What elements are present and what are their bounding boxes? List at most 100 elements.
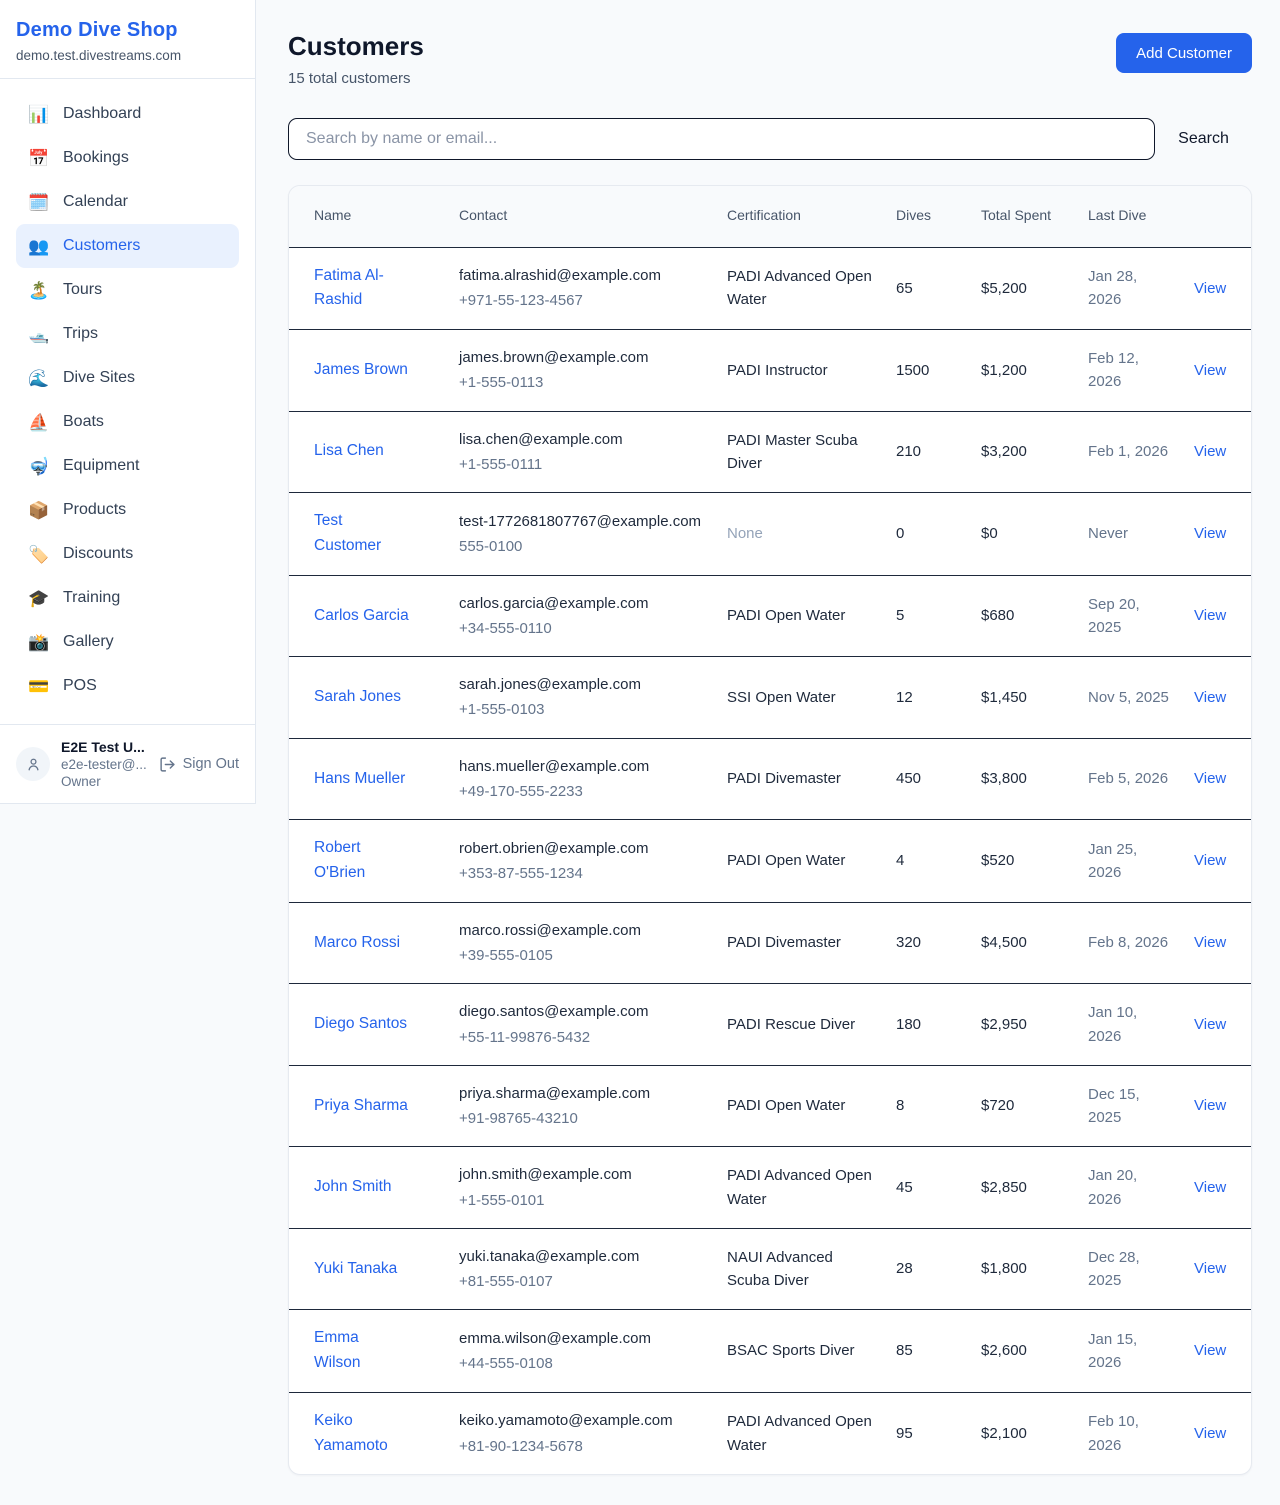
customer-name-link[interactable]: Robert O'Brien xyxy=(314,839,365,881)
sign-out-button[interactable]: Sign Out xyxy=(159,756,239,773)
table-row: John Smith john.smith@example.com +1-555… xyxy=(289,1147,1251,1229)
customer-name-link[interactable]: Priya Sharma xyxy=(314,1097,408,1114)
total-customers-count: 15 total customers xyxy=(288,70,424,87)
sidebar-item-dashboard[interactable]: 📊 Dashboard xyxy=(16,92,239,136)
customer-phone: +34-555-0110 xyxy=(459,617,703,640)
certification-cell: None xyxy=(727,493,896,576)
sidebar-item-equipment[interactable]: 🤿 Equipment xyxy=(16,444,239,488)
total-spent-cell: $4,500 xyxy=(981,902,1088,984)
sidebar-item-bookings[interactable]: 📅 Bookings xyxy=(16,136,239,180)
view-link[interactable]: View xyxy=(1194,770,1226,787)
last-dive-cell: Jan 15, 2026 xyxy=(1088,1310,1194,1393)
sidebar-item-gallery[interactable]: 📸 Gallery xyxy=(16,620,239,664)
sidebar-item-dive-sites[interactable]: 🌊 Dive Sites xyxy=(16,356,239,400)
customer-name-link[interactable]: Fatima Al-Rashid xyxy=(314,267,384,309)
spiral-calendar-icon: 🗓️ xyxy=(28,194,50,211)
view-link[interactable]: View xyxy=(1194,362,1226,379)
view-link[interactable]: View xyxy=(1194,607,1226,624)
contact-cell: fatima.alrashid@example.com +971-55-123-… xyxy=(459,247,727,330)
view-link[interactable]: View xyxy=(1194,1342,1226,1359)
total-spent-cell: $5,200 xyxy=(981,247,1088,330)
view-cell: View xyxy=(1194,493,1251,576)
customers-table-card: NameContactCertificationDivesTotal Spent… xyxy=(288,185,1252,1475)
customer-name-link[interactable]: Diego Santos xyxy=(314,1015,407,1032)
customer-name-link[interactable]: Hans Mueller xyxy=(314,770,405,787)
customer-phone: +1-555-0113 xyxy=(459,371,703,394)
view-link[interactable]: View xyxy=(1194,934,1226,951)
view-link[interactable]: View xyxy=(1194,1425,1226,1442)
view-cell: View xyxy=(1194,247,1251,330)
customer-name-link[interactable]: James Brown xyxy=(314,361,408,378)
sidebar-item-boats[interactable]: ⛵ Boats xyxy=(16,400,239,444)
last-dive-cell: Jan 10, 2026 xyxy=(1088,984,1194,1066)
dives-cell: 0 xyxy=(896,493,981,576)
sidebar-item-training[interactable]: 🎓 Training xyxy=(16,576,239,620)
view-link[interactable]: View xyxy=(1194,1016,1226,1033)
last-dive-cell: Jan 28, 2026 xyxy=(1088,247,1194,330)
dives-cell: 1500 xyxy=(896,330,981,412)
view-cell: View xyxy=(1194,575,1251,657)
people-icon: 👥 xyxy=(28,238,50,255)
customer-name-cell: James Brown xyxy=(289,330,459,412)
contact-cell: lisa.chen@example.com +1-555-0111 xyxy=(459,411,727,493)
customer-name-cell: Robert O'Brien xyxy=(289,820,459,903)
certification-cell: PADI Divemaster xyxy=(727,738,896,820)
user-info: E2E Test U... e2e-tester@... Owner xyxy=(61,739,148,789)
view-cell: View xyxy=(1194,984,1251,1066)
sidebar-item-discounts[interactable]: 🏷️ Discounts xyxy=(16,532,239,576)
view-link[interactable]: View xyxy=(1194,443,1226,460)
customer-name-link[interactable]: Keiko Yamamoto xyxy=(314,1412,388,1454)
sailboat-icon: ⛵ xyxy=(28,414,50,431)
last-dive-cell: Dec 15, 2025 xyxy=(1088,1065,1194,1147)
sidebar-item-pos[interactable]: 💳 POS xyxy=(16,664,239,708)
contact-cell: marco.rossi@example.com +39-555-0105 xyxy=(459,902,727,984)
view-cell: View xyxy=(1194,902,1251,984)
search-button[interactable]: Search xyxy=(1155,130,1252,148)
view-link[interactable]: View xyxy=(1194,280,1226,297)
sidebar-item-calendar[interactable]: 🗓️ Calendar xyxy=(16,180,239,224)
customer-name-link[interactable]: Yuki Tanaka xyxy=(314,1260,397,1277)
dives-cell: 65 xyxy=(896,247,981,330)
table-row: Yuki Tanaka yuki.tanaka@example.com +81-… xyxy=(289,1228,1251,1310)
table-body: Fatima Al-Rashid fatima.alrashid@example… xyxy=(289,247,1251,1474)
sidebar-item-products[interactable]: 📦 Products xyxy=(16,488,239,532)
last-dive-cell: Sep 20, 2025 xyxy=(1088,575,1194,657)
customer-name-link[interactable]: Carlos Garcia xyxy=(314,607,409,624)
customer-phone: +353-87-555-1234 xyxy=(459,862,703,885)
view-link[interactable]: View xyxy=(1194,852,1226,869)
user-section: E2E Test U... e2e-tester@... Owner Sign … xyxy=(0,724,255,803)
calendar-date-icon: 📅 xyxy=(28,150,50,167)
certification-cell: PADI Open Water xyxy=(727,575,896,657)
sidebar-item-trips[interactable]: 🛥️ Trips xyxy=(16,312,239,356)
total-spent-cell: $2,950 xyxy=(981,984,1088,1066)
customer-name-link[interactable]: Test Customer xyxy=(314,512,381,554)
dives-cell: 180 xyxy=(896,984,981,1066)
dives-cell: 320 xyxy=(896,902,981,984)
add-customer-button[interactable]: Add Customer xyxy=(1116,33,1252,73)
view-link[interactable]: View xyxy=(1194,1179,1226,1196)
customer-name-link[interactable]: Emma Wilson xyxy=(314,1329,361,1371)
customer-phone: +1-555-0103 xyxy=(459,698,703,721)
customer-email: priya.sharma@example.com xyxy=(459,1082,703,1105)
view-link[interactable]: View xyxy=(1194,525,1226,542)
sidebar-item-customers[interactable]: 👥 Customers xyxy=(16,224,239,268)
view-cell: View xyxy=(1194,330,1251,412)
column-header-contact: Contact xyxy=(459,186,727,247)
customer-name-link[interactable]: Marco Rossi xyxy=(314,934,400,951)
customer-name-link[interactable]: Sarah Jones xyxy=(314,688,401,705)
search-input[interactable] xyxy=(288,118,1155,160)
view-link[interactable]: View xyxy=(1194,689,1226,706)
view-link[interactable]: View xyxy=(1194,1097,1226,1114)
table-row: Diego Santos diego.santos@example.com +5… xyxy=(289,984,1251,1066)
user-role: Owner xyxy=(61,774,148,789)
customer-phone: +55-11-99876-5432 xyxy=(459,1026,703,1049)
dives-cell: 28 xyxy=(896,1228,981,1310)
package-icon: 📦 xyxy=(28,502,50,519)
view-link[interactable]: View xyxy=(1194,1260,1226,1277)
customer-name-link[interactable]: John Smith xyxy=(314,1178,392,1195)
dives-cell: 5 xyxy=(896,575,981,657)
customer-name-link[interactable]: Lisa Chen xyxy=(314,442,384,459)
customer-email: james.brown@example.com xyxy=(459,346,703,369)
search-row: Search xyxy=(288,118,1252,160)
sidebar-item-tours[interactable]: 🏝️ Tours xyxy=(16,268,239,312)
